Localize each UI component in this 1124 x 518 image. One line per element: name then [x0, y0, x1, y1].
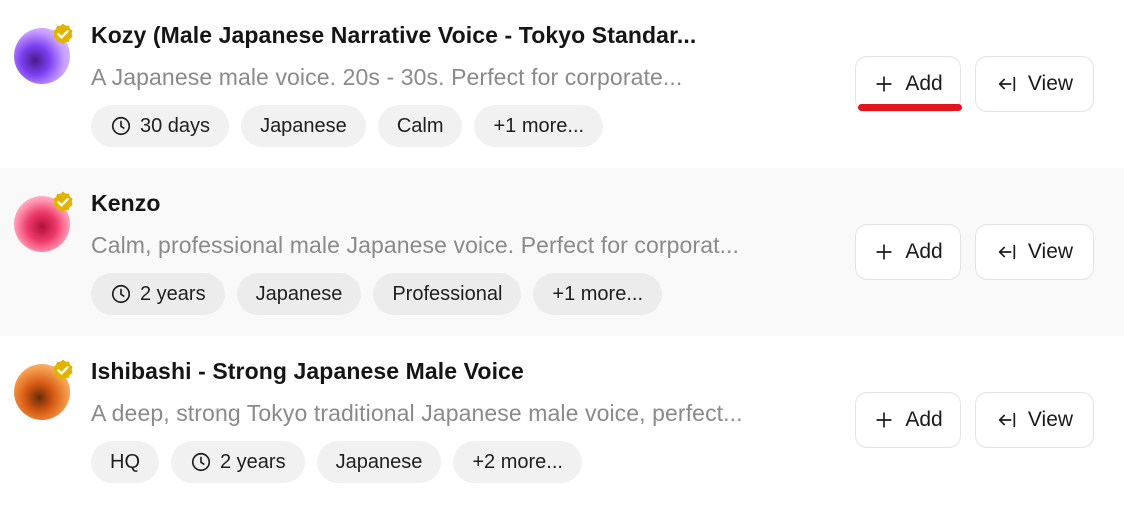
voice-row[interactable]: Kozy (Male Japanese Narrative Voice - To… — [0, 0, 1124, 168]
plus-icon — [876, 76, 893, 92]
add-button[interactable]: Add — [855, 392, 961, 448]
more-tags-chip[interactable]: +1 more... — [474, 105, 604, 147]
voice-row[interactable]: Ishibashi - Strong Japanese Male Voice A… — [0, 336, 1124, 504]
tag-chip: 2 years — [171, 441, 305, 483]
tag-label: +1 more... — [493, 114, 585, 137]
tag-label: 2 years — [140, 282, 206, 305]
voice-list: Kozy (Male Japanese Narrative Voice - To… — [0, 0, 1124, 518]
tag-chip: Calm — [377, 105, 463, 147]
tag-label: Professional — [392, 282, 503, 305]
tag-chip: Japanese — [241, 105, 366, 147]
plus-icon — [876, 412, 893, 428]
clock-icon — [111, 116, 131, 136]
more-tags-chip[interactable]: +2 more... — [453, 441, 582, 483]
view-button-label: View — [1027, 408, 1074, 431]
tag-chip: HQ — [91, 441, 159, 483]
tag-label: Japanese — [255, 282, 343, 305]
tag-chip: 2 years — [91, 273, 225, 315]
tag-chip: Japanese — [236, 273, 362, 315]
add-button-label: Add — [905, 240, 943, 263]
voice-description: A deep, strong Tokyo traditional Japanes… — [91, 400, 743, 426]
voice-description: Calm, professional male Japanese voice. … — [91, 232, 740, 258]
voice-row[interactable]: Kenzo Calm, professional male Japanese v… — [0, 168, 1124, 336]
tag-label: Calm — [396, 114, 444, 137]
tag-label: Japanese — [260, 114, 347, 137]
highlight-underline — [858, 104, 962, 111]
view-button-label: View — [1027, 72, 1074, 95]
tag-chip: Japanese — [316, 441, 442, 483]
view-button[interactable]: View — [975, 224, 1094, 280]
plus-icon — [876, 244, 893, 260]
arrow-left-bar-icon — [998, 76, 1016, 92]
add-button-label: Add — [905, 72, 943, 95]
tag-label: +1 more... — [552, 282, 644, 305]
tag-label: +2 more... — [472, 450, 563, 473]
view-button-label: View — [1027, 240, 1074, 263]
verified-badge-icon — [53, 359, 73, 381]
voice-title[interactable]: Kozy (Male Japanese Narrative Voice - To… — [91, 22, 696, 49]
tag-chip: Professional — [373, 273, 522, 315]
clock-icon — [191, 452, 211, 472]
arrow-left-bar-icon — [998, 412, 1016, 428]
tag-chip: 30 days — [91, 105, 230, 147]
tag-list: HQ 2 years Japanese +2 more... — [91, 441, 582, 483]
add-button[interactable]: Add — [855, 224, 961, 280]
voice-title[interactable]: Ishibashi - Strong Japanese Male Voice — [91, 358, 524, 385]
tag-list: 30 days Japanese Calm +1 more... — [91, 105, 604, 147]
verified-badge-icon — [53, 191, 73, 213]
voice-description: A Japanese male voice. 20s - 30s. Perfec… — [91, 64, 683, 90]
tag-label: HQ — [110, 450, 140, 473]
tag-list: 2 years Japanese Professional +1 more... — [91, 273, 663, 315]
voice-title[interactable]: Kenzo — [91, 190, 161, 217]
tag-label: 2 years — [220, 450, 286, 473]
verified-badge-icon — [53, 23, 73, 45]
add-button-label: Add — [905, 408, 943, 431]
arrow-left-bar-icon — [998, 244, 1016, 260]
clock-icon — [111, 284, 131, 304]
view-button[interactable]: View — [975, 392, 1094, 448]
tag-label: Japanese — [335, 450, 423, 473]
view-button[interactable]: View — [975, 56, 1094, 112]
more-tags-chip[interactable]: +1 more... — [533, 273, 663, 315]
tag-label: 30 days — [140, 114, 211, 137]
